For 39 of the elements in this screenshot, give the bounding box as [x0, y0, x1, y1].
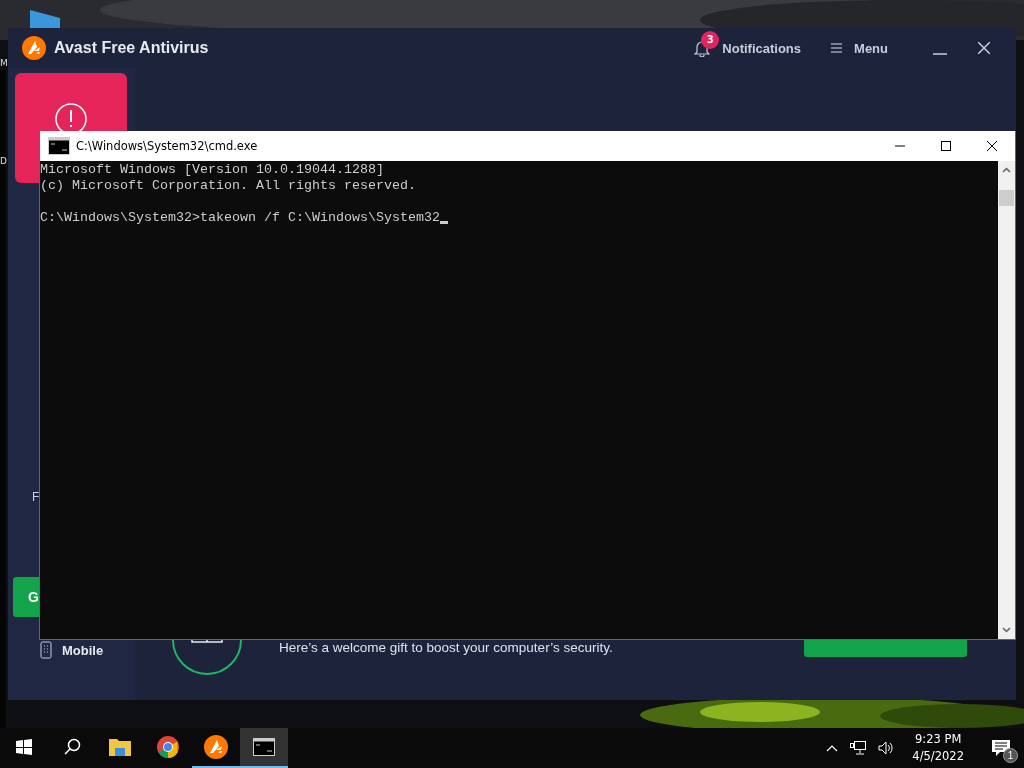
- menu-button[interactable]: Menu: [827, 40, 892, 56]
- speaker-icon: [878, 741, 895, 755]
- promo-text: Here’s a welcome gift to boost your computer’s security.: [279, 640, 614, 656]
- folder-icon: [109, 738, 131, 756]
- action-center-button[interactable]: 1: [978, 728, 1024, 768]
- taskbar-button[interactable]: [240, 728, 288, 768]
- network-icon: [850, 741, 867, 755]
- maximize-icon: [941, 141, 951, 151]
- console-line: Microsoft Windows [Version 10.0.19044.1288]: [40, 162, 384, 178]
- mobile-item[interactable]: Mobile: [40, 641, 135, 659]
- avast-logo-icon: [204, 735, 228, 759]
- terminal-icon: [48, 137, 70, 155]
- scrollbar[interactable]: [998, 161, 1015, 639]
- chrome-icon: [157, 736, 179, 758]
- window-title: Avast Free Antivirus: [54, 39, 209, 57]
- menu-icon: [831, 43, 843, 53]
- avast-logo-icon: [22, 36, 46, 60]
- phone-icon: [40, 641, 52, 659]
- search-icon: [63, 738, 81, 756]
- close-icon: [987, 141, 997, 151]
- sidebar-item[interactable]: F: [32, 489, 40, 505]
- scroll-up-icon: [1002, 167, 1011, 173]
- notification-count: 3: [701, 30, 720, 49]
- caret-up-icon: [826, 744, 839, 752]
- notification-count: 1: [1003, 748, 1018, 763]
- scroll-thumb[interactable]: [999, 190, 1014, 206]
- desktop-icon-label: M: [0, 58, 8, 68]
- console-line: C:\Windows\System32>takeown /f C:\Windows\System32: [40, 210, 440, 226]
- window-title: C:\Windows\System32\cmd.exe: [76, 139, 259, 153]
- close-icon: [978, 42, 990, 54]
- minimize-icon: [933, 53, 947, 55]
- terminal-icon: [253, 738, 275, 756]
- gift-icon: [171, 640, 243, 676]
- scroll-down-icon: [1002, 627, 1011, 633]
- desktop-icon-label: D: [0, 156, 7, 166]
- console-line: (c) Microsoft Corporation. All rights reserved.: [40, 178, 416, 194]
- text-cursor: [439, 221, 448, 224]
- windows-icon: [16, 739, 32, 755]
- clock[interactable]: 9:23 PM 4/5/2022: [902, 731, 974, 765]
